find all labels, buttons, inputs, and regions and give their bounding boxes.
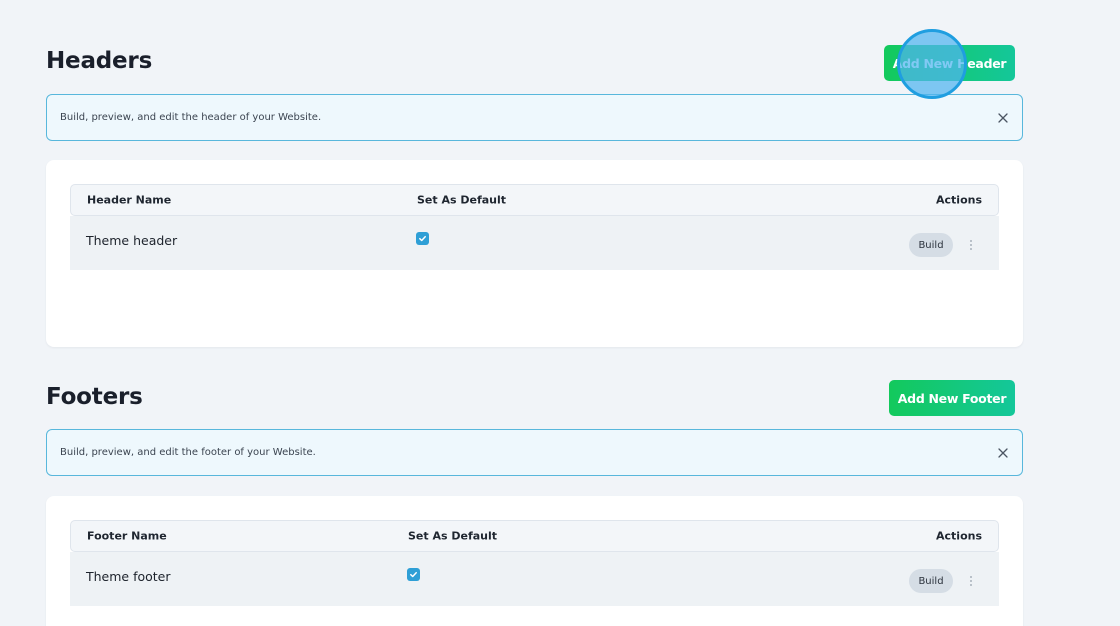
more-vertical-icon[interactable] [967, 237, 975, 253]
column-actions: Actions [936, 529, 982, 543]
headers-info-bar: Build, preview, and edit the header of y… [46, 94, 1023, 141]
footers-info-text: Build, preview, and edit the footer of y… [60, 447, 316, 458]
column-actions: Actions [936, 193, 982, 207]
table-row: Theme header Build [70, 216, 999, 270]
check-icon [419, 235, 426, 242]
close-icon[interactable] [996, 446, 1010, 460]
table-row: Theme footer Build [70, 552, 999, 606]
column-footer-name: Footer Name [87, 529, 167, 543]
column-set-as-default: Set As Default [417, 193, 507, 207]
add-new-footer-button[interactable]: Add New Footer [889, 380, 1015, 416]
page: Headers Add New Header Build, preview, a… [0, 0, 1120, 626]
footers-card: Footer Name Set As Default Actions Theme… [46, 496, 1023, 626]
build-button[interactable]: Build [909, 233, 953, 257]
headers-info-text: Build, preview, and edit the header of y… [60, 112, 322, 123]
add-new-header-button[interactable]: Add New Header [884, 45, 1015, 81]
build-button[interactable]: Build [909, 569, 953, 593]
footers-info-bar: Build, preview, and edit the footer of y… [46, 429, 1023, 476]
default-checkbox[interactable] [407, 568, 420, 581]
headers-table-head: Header Name Set As Default Actions [70, 184, 999, 216]
column-header-name: Header Name [87, 193, 172, 207]
footers-table-head: Footer Name Set As Default Actions [70, 520, 999, 552]
header-name-cell: Theme header [86, 233, 178, 248]
default-checkbox[interactable] [416, 232, 429, 245]
footers-title: Footers [46, 384, 143, 410]
column-set-as-default: Set As Default [408, 529, 498, 543]
headers-card: Header Name Set As Default Actions Theme… [46, 160, 1023, 347]
close-icon[interactable] [996, 111, 1010, 125]
more-vertical-icon[interactable] [967, 573, 975, 589]
footer-name-cell: Theme footer [86, 569, 171, 584]
headers-title: Headers [46, 48, 153, 74]
check-icon [410, 571, 417, 578]
